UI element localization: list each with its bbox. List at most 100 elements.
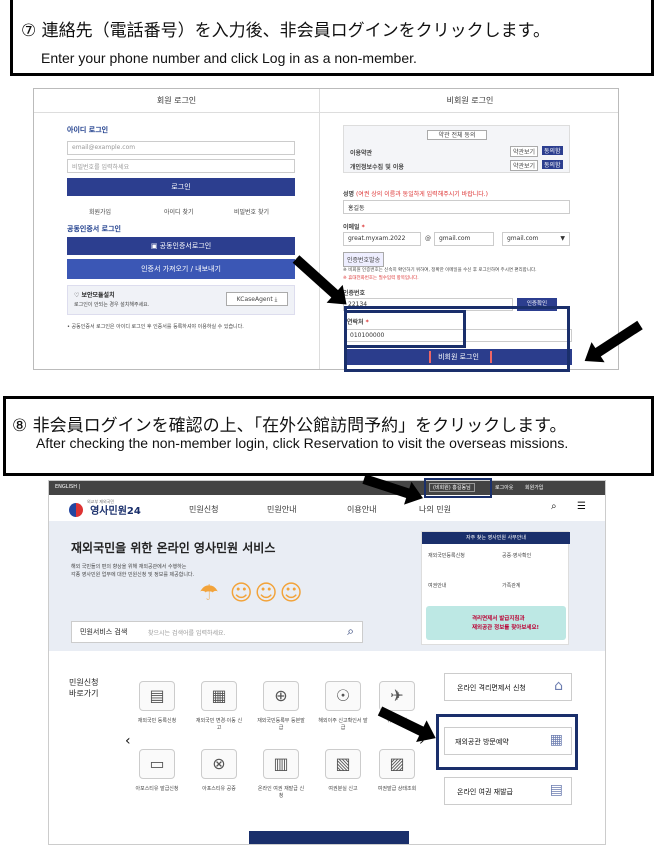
cert-import-export-button[interactable]: 인증서 가져오기 / 내보내기 [67, 259, 295, 279]
faq-banner-text-1: 격리면제서 발급지침과 [472, 616, 525, 622]
kcaseagent-button[interactable]: KCaseAgent ⤓ [226, 292, 288, 306]
email-label-text: 이메일 [343, 224, 360, 231]
hero-illustration: ☂ ☺☺☺ [199, 581, 305, 606]
passport-reissue-label: 온라인 여권 재발급 [457, 788, 513, 796]
find-password-link[interactable]: 비밀번호 찾기 [234, 207, 269, 216]
email-at: @ [425, 235, 431, 242]
portal-screenshot: ENGLISH | (비회원) 홍길동님 로그아웃 회원가입 외교부 재외국민 … [48, 480, 606, 845]
email-id-input[interactable]: great.myxam.2022 [343, 232, 421, 246]
shortcut-label-7: 아포스티유 공증 [202, 786, 236, 792]
terms-box: 약관 전체 동의 이용약관 약관보기 동의함 개인정보수집 및 이용 약관보기 … [343, 125, 570, 173]
step8-japanese-text: ⑧ 非会員ログインを確認の上、「在外公館訪問予約」をクリックします。 [12, 416, 567, 436]
faq-item-passport[interactable]: 여권안내 [428, 582, 446, 589]
faq-banner[interactable]: 격리면제서 발급지침과 재외공관 정보를 찾아보세요! [426, 606, 566, 640]
shortcut-label-9: 여권분실 신고 [328, 786, 358, 792]
emigration-icon[interactable]: ☉ [325, 681, 361, 711]
find-id-link[interactable]: 아이디 찾기 [164, 207, 194, 216]
hero-subtitle-2: 각종 영사민원 업무에 대한 민원신청 및 정보를 제공합니다. [71, 572, 195, 578]
step8-instruction-box: ⑧ 非会員ログインを確認の上、「在外公館訪問予約」をクリックします。 After… [3, 396, 654, 476]
faq-box: 자주 찾는 영사민원 사무안내 재외국민등록신청 공증·영사확인 여권안내 가족… [421, 531, 570, 645]
search-bar[interactable]: 민원서비스 검색 찾으시는 검색어를 입력하세요. ⌕ [71, 621, 363, 643]
nav-usage[interactable]: 이용안내 [347, 504, 376, 515]
logo[interactable]: 외교부 재외국민 영사민원24 [69, 499, 141, 518]
cert-icon: ▣ [150, 242, 160, 250]
signup-link[interactable]: 회원가입 [89, 207, 111, 216]
passport-lost-icon[interactable]: ▧ [325, 749, 361, 779]
id-login-title: 아이디 로그인 [67, 126, 109, 134]
nav-apply[interactable]: 민원신청 [189, 504, 218, 515]
cert-login-label: 공동인증서로그인 [159, 242, 212, 250]
email-domain-input[interactable]: gmail.com [434, 232, 494, 246]
name-label: 성명 (여권 상의 이름과 동일하게 입력해주시기 바랍니다.) [343, 189, 488, 198]
name-input[interactable]: 홍길동 [343, 200, 570, 214]
agree-all-button[interactable]: 약관 전체 동의 [427, 130, 487, 140]
nav-my-requests[interactable]: 나의 민원 [419, 504, 451, 515]
login-button[interactable]: 로그인 [67, 178, 295, 196]
apostille-notary-icon[interactable]: ⊗ [201, 749, 237, 779]
hero-title: 재외국민을 위한 온라인 영사민원 서비스 [71, 541, 276, 555]
hero-subtitle-1: 해외 국민들의 편의 향상을 위해 재외공관에서 수행하는 [71, 564, 187, 570]
kcaseagent-label: KCaseAgent [236, 296, 273, 303]
security-title: ♡ 보안모듈설치 [74, 290, 115, 299]
cert-login-button[interactable]: ▣ 공동인증서로그인 [67, 237, 295, 255]
logo-emblem-icon [69, 502, 83, 517]
search-submit-icon[interactable]: ⌕ [347, 624, 354, 639]
terms-row-2-agree[interactable]: 동의함 [542, 160, 563, 169]
language-link[interactable]: ENGLISH | [55, 484, 80, 490]
shortcut-label-8: 온라인 여권 재발급 신청 [257, 786, 305, 799]
passport-reissue-icon[interactable]: ▥ [263, 749, 299, 779]
email-input[interactable]: email@example.com [67, 141, 295, 155]
search-icon[interactable]: ⌕ [551, 501, 557, 512]
search-label: 민원서비스 검색 [80, 628, 128, 636]
shortcut-title-line1: 민원신청 [69, 678, 99, 687]
member-login-tab[interactable]: 회원 로그인 [34, 89, 319, 113]
terms-row-2-view[interactable]: 약관보기 [510, 160, 539, 171]
faq-item-family[interactable]: 가족관계 [502, 582, 520, 589]
name-label-text: 성명 [343, 191, 355, 198]
quarantine-exemption-label: 온라인 격리면제서 신청 [457, 684, 526, 692]
download-icon: ⤓ [274, 296, 278, 303]
reservation-highlight-box [436, 714, 578, 770]
shortcut-title-line2: 바로가기 [69, 689, 99, 698]
faq-item-registration[interactable]: 재외국민등록신청 [428, 552, 468, 559]
quarantine-exemption-button[interactable]: 온라인 격리면제서 신청 ⌂ [444, 673, 572, 701]
user-badge-highlight-box [424, 478, 492, 498]
email-label: 이메일 * [343, 222, 365, 231]
faq-banner-text-2: 재외공관 정보를 찾아보세요! [472, 625, 540, 631]
registration-icon[interactable]: ▤ [139, 681, 175, 711]
terms-row-1-label: 이용약관 [350, 150, 373, 157]
column-divider [319, 89, 320, 369]
search-placeholder: 찾으시는 검색어를 입력하세요. [148, 630, 226, 637]
nonmember-login-tab[interactable]: 비회원 로그인 [320, 89, 618, 113]
step8-english-text: After checking the non-member login, cli… [36, 435, 569, 451]
shortcut-label-2: 재외국민 변경·이동 신고 [195, 718, 243, 731]
signup-top-link[interactable]: 회원가입 [525, 484, 543, 491]
apostille-icon[interactable]: ▭ [139, 749, 175, 779]
terms-row-1-view[interactable]: 약관보기 [510, 146, 539, 157]
security-desc: 로그인이 안되는 경우 설치해주세요. [74, 302, 150, 308]
passport-status-icon[interactable]: ▨ [379, 749, 415, 779]
login-button-highlight-box [344, 306, 570, 372]
logout-link[interactable]: 로그아웃 [495, 484, 513, 491]
cert-note: • 공동인증서 로그인은 아이디 로그인 후 인증서를 등록하셔야 이용하실 수… [67, 324, 244, 330]
email-required-mark: * [361, 224, 365, 231]
email-note-2: ※ 휴대전화번호는 필수입력 항목입니다. [343, 276, 419, 281]
nav-guide[interactable]: 민원안내 [267, 504, 296, 515]
security-title-text: 보안모듈설치 [81, 292, 115, 299]
terms-row-1-agree[interactable]: 동의함 [542, 146, 563, 155]
passport-reissue-button[interactable]: 온라인 여권 재발급 ▤ [444, 777, 572, 805]
faq-item-notary[interactable]: 공증·영사확인 [502, 552, 542, 559]
shortcut-label-6: 아포스티유 발급신청 [135, 786, 179, 792]
menu-icon[interactable]: ☰ [577, 501, 586, 512]
email-domain-select[interactable]: gmail.com ▼ [502, 232, 570, 246]
send-code-button[interactable]: 인증번호발송 [343, 252, 385, 267]
change-report-icon[interactable]: ▦ [201, 681, 237, 711]
register-copy-icon[interactable]: ⊕ [263, 681, 299, 711]
terms-row-2-label: 개인정보수집 및 이용 [350, 164, 404, 171]
return-icon[interactable]: ✈ [379, 681, 415, 711]
bottom-dark-bar [249, 831, 409, 844]
shortcut-prev-icon[interactable]: ‹ [125, 733, 131, 749]
shortcut-label-4: 해외이주 신고확인서 발급 [318, 718, 368, 731]
shortcut-title: 민원신청 바로가기 [69, 677, 98, 699]
password-input[interactable]: 비밀번호를 입력하세요 [67, 159, 295, 173]
